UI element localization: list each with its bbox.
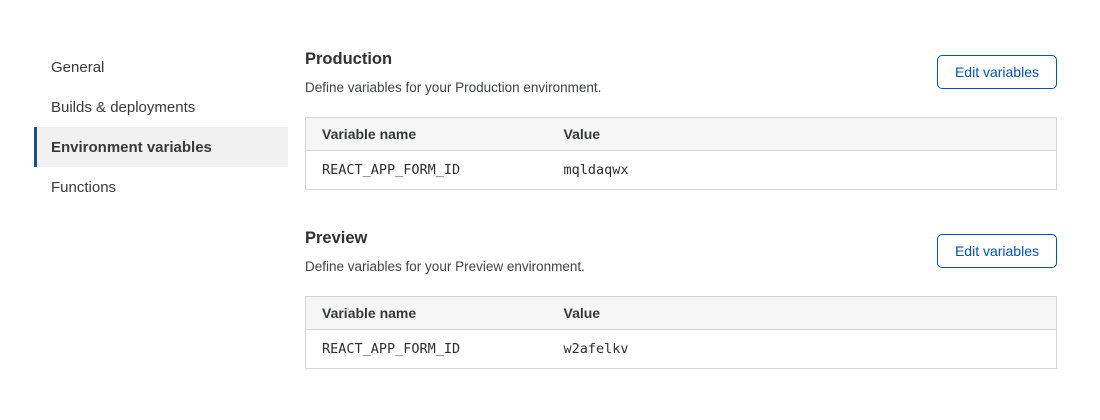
sidebar-item-functions[interactable]: Functions xyxy=(34,167,288,207)
table-header-row: Variable name Value xyxy=(306,118,1057,151)
variable-value-cell: mqldaqwx xyxy=(548,151,1057,190)
production-title: Production xyxy=(305,47,601,71)
production-section: Production Define variables for your Pro… xyxy=(305,47,1057,190)
preview-title: Preview xyxy=(305,226,585,250)
environment-variables-page: General Builds & deployments Environment… xyxy=(0,0,1100,420)
variable-value-cell: w2afelkv xyxy=(548,330,1057,369)
preview-section: Preview Define variables for your Previe… xyxy=(305,226,1057,369)
variable-name-column-header: Variable name xyxy=(306,118,548,151)
table-header-row: Variable name Value xyxy=(306,297,1057,330)
table-row: REACT_APP_FORM_ID mqldaqwx xyxy=(306,151,1057,190)
preview-header-text: Preview Define variables for your Previe… xyxy=(305,226,585,276)
preview-variables-table: Variable name Value REACT_APP_FORM_ID w2… xyxy=(305,296,1057,369)
variable-name-column-header: Variable name xyxy=(306,297,548,330)
value-column-header: Value xyxy=(548,118,1057,151)
settings-sidebar: General Builds & deployments Environment… xyxy=(34,47,288,207)
sidebar-item-builds-deployments[interactable]: Builds & deployments xyxy=(34,87,288,127)
edit-variables-button-preview[interactable]: Edit variables xyxy=(937,234,1057,268)
production-description: Define variables for your Production env… xyxy=(305,78,601,97)
sidebar-item-general[interactable]: General xyxy=(34,47,288,87)
production-header-text: Production Define variables for your Pro… xyxy=(305,47,601,97)
production-variables-table: Variable name Value REACT_APP_FORM_ID mq… xyxy=(305,117,1057,190)
sidebar-item-environment-variables[interactable]: Environment variables xyxy=(34,127,288,167)
value-column-header: Value xyxy=(548,297,1057,330)
variable-name-cell: REACT_APP_FORM_ID xyxy=(306,151,548,190)
preview-description: Define variables for your Preview enviro… xyxy=(305,257,585,276)
production-section-header: Production Define variables for your Pro… xyxy=(305,47,1057,97)
preview-section-header: Preview Define variables for your Previe… xyxy=(305,226,1057,276)
table-row: REACT_APP_FORM_ID w2afelkv xyxy=(306,330,1057,369)
variable-name-cell: REACT_APP_FORM_ID xyxy=(306,330,548,369)
edit-variables-button-production[interactable]: Edit variables xyxy=(937,55,1057,89)
main-content: Production Define variables for your Pro… xyxy=(305,47,1057,369)
